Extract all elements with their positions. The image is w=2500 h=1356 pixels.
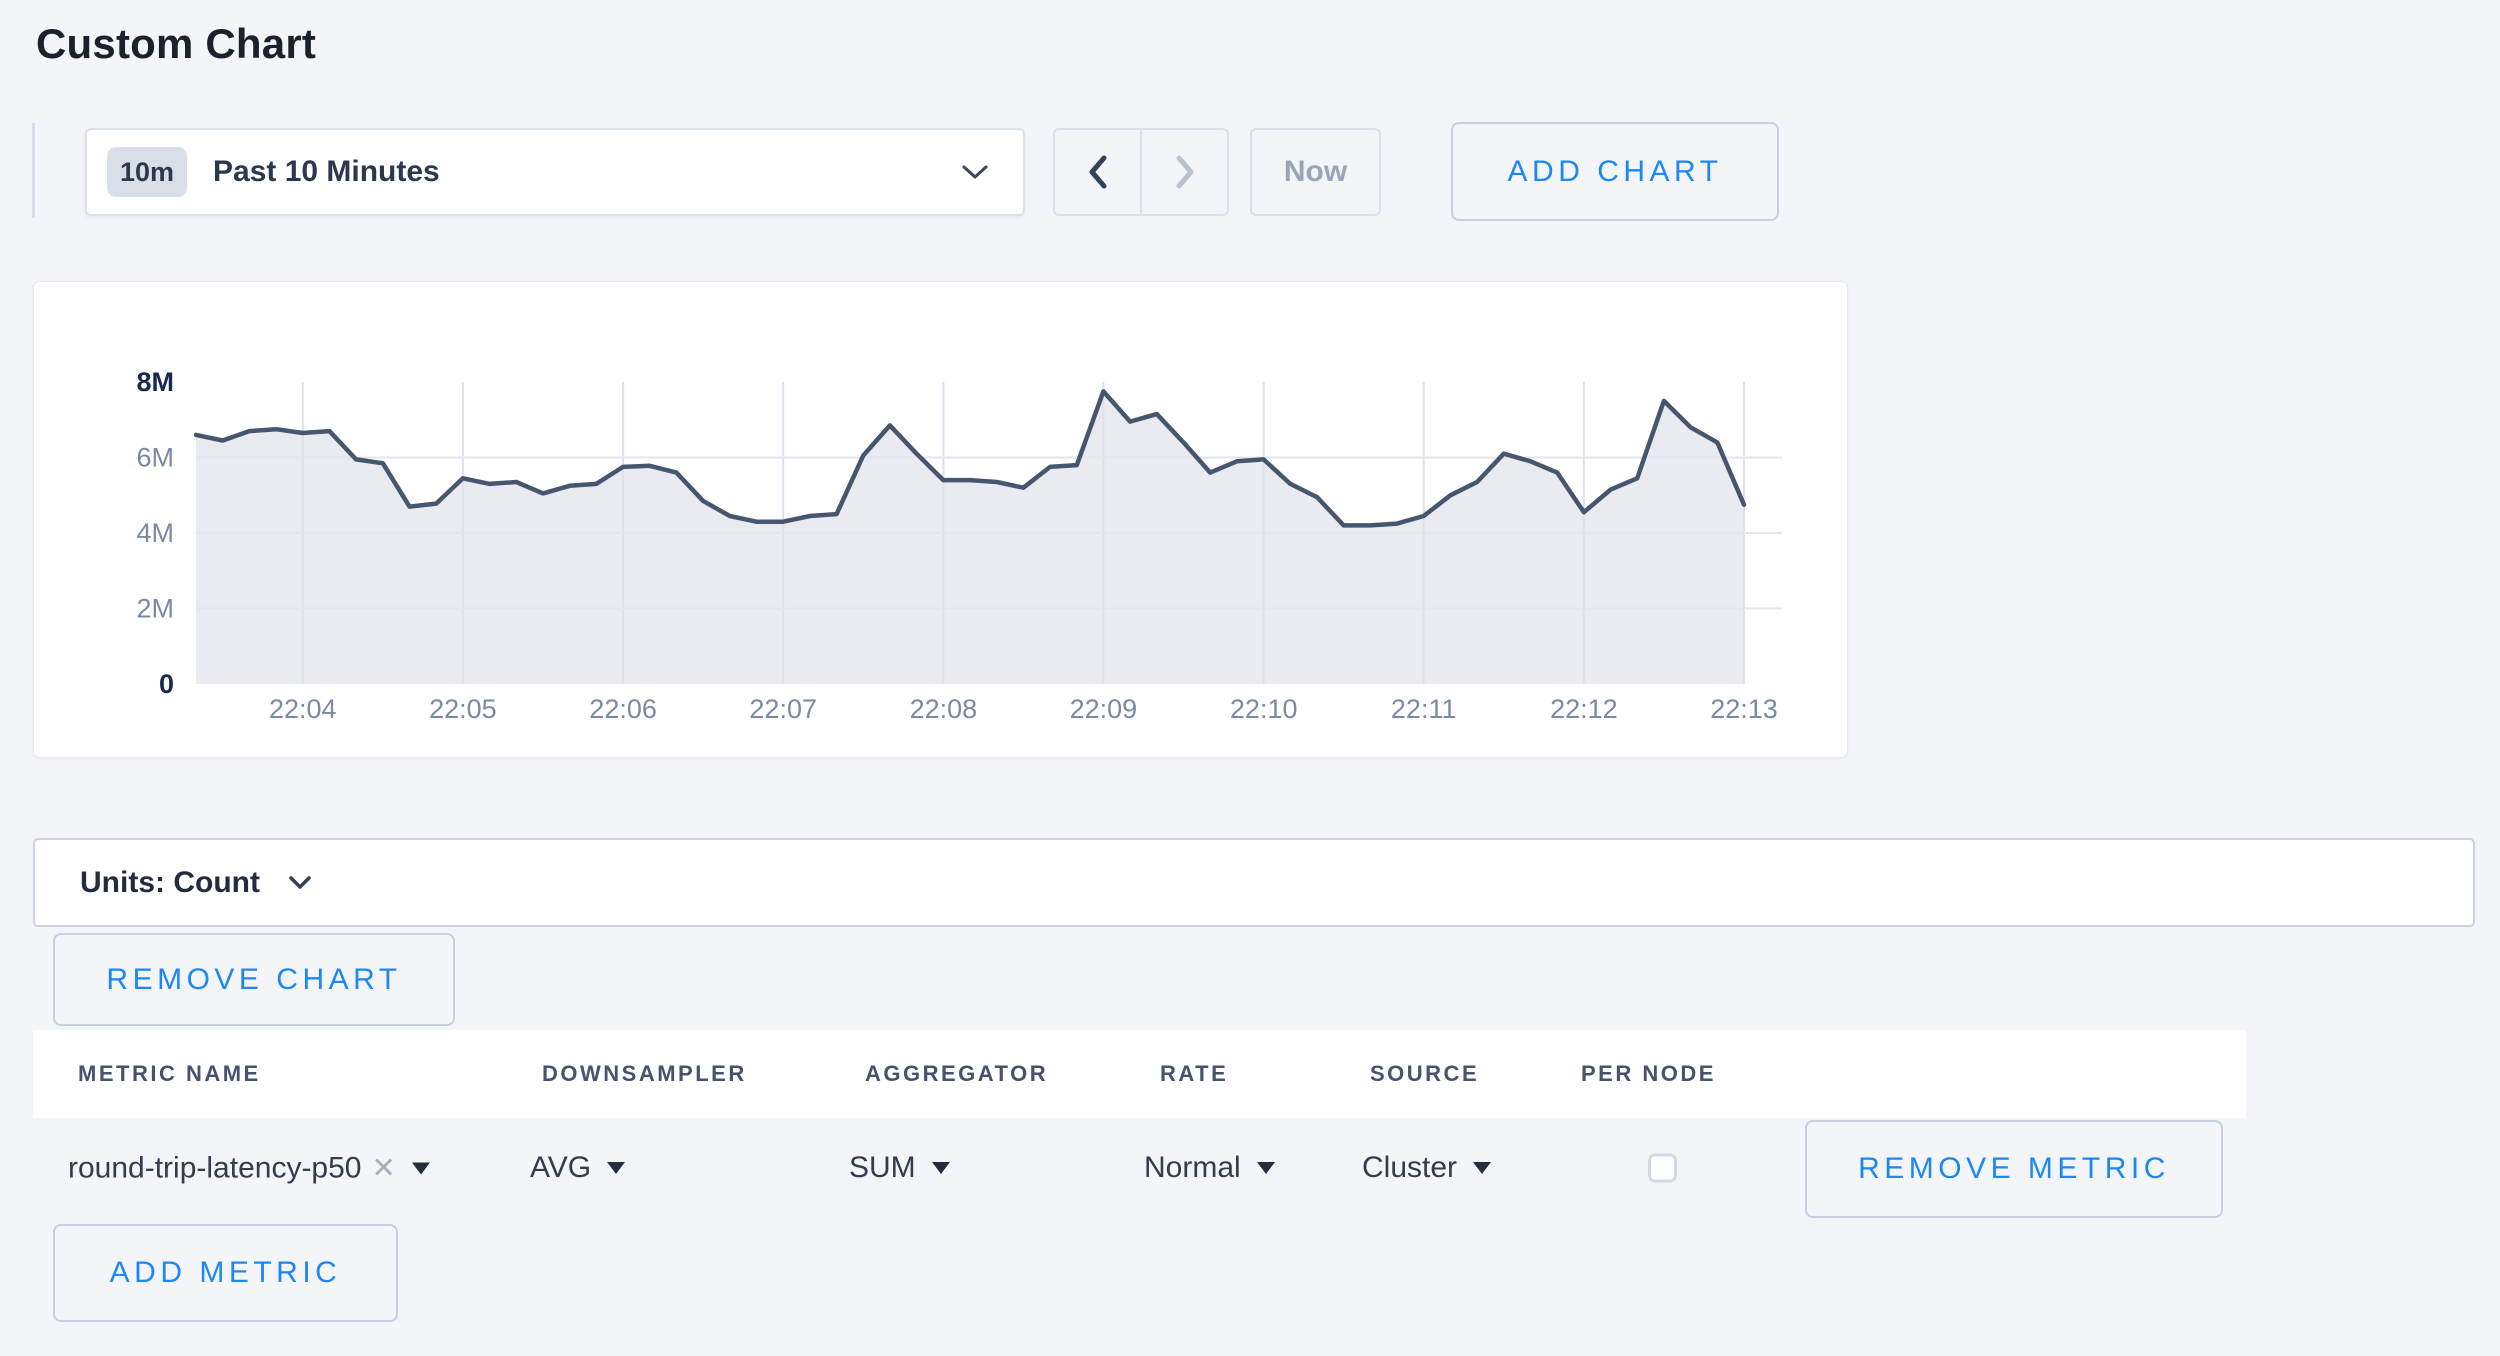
svg-text:0: 0 xyxy=(159,669,174,699)
chevron-right-icon xyxy=(1174,155,1196,189)
svg-text:22:11: 22:11 xyxy=(1391,694,1457,724)
svg-text:22:08: 22:08 xyxy=(910,694,978,724)
svg-text:22:07: 22:07 xyxy=(749,694,817,724)
time-range-badge: 10m xyxy=(107,147,187,197)
add-metric-button[interactable]: ADD METRIC xyxy=(53,1224,398,1322)
downsampler-dropdown[interactable]: AVG xyxy=(530,1151,625,1185)
time-nav-group xyxy=(1053,128,1229,216)
svg-text:2M: 2M xyxy=(136,594,174,624)
column-header-per-node: PER NODE xyxy=(1581,1061,1716,1087)
chevron-left-icon xyxy=(1087,155,1109,189)
time-range-select[interactable]: 10m Past 10 Minutes xyxy=(85,128,1025,216)
svg-text:8M: 8M xyxy=(136,367,174,397)
aggregator-value: SUM xyxy=(849,1151,916,1185)
metrics-table-header: METRIC NAME DOWNSAMPLER AGGREGATOR RATE … xyxy=(33,1030,2246,1118)
svg-text:6M: 6M xyxy=(136,443,174,473)
source-dropdown[interactable]: Cluster xyxy=(1362,1151,1491,1185)
downsampler-value: AVG xyxy=(530,1151,591,1185)
caret-down-icon xyxy=(1473,1162,1491,1174)
svg-text:22:04: 22:04 xyxy=(269,694,337,724)
svg-text:22:09: 22:09 xyxy=(1070,694,1138,724)
time-back-button[interactable] xyxy=(1055,130,1140,214)
svg-text:22:05: 22:05 xyxy=(429,694,497,724)
column-header-source: SOURCE xyxy=(1370,1061,1479,1087)
chevron-down-icon xyxy=(961,163,989,181)
remove-metric-button[interactable]: REMOVE METRIC xyxy=(1805,1120,2223,1218)
units-dropdown[interactable]: Units: Count xyxy=(33,838,2475,927)
now-button[interactable]: Now xyxy=(1250,128,1381,216)
chart-card: 8M 6M 4M 2M 0 22:04 22:05 22:06 22:07 22:08 22:09 2… xyxy=(33,281,1848,758)
caret-down-icon xyxy=(932,1162,950,1174)
rate-value: Normal xyxy=(1144,1151,1241,1185)
svg-text:22:12: 22:12 xyxy=(1550,694,1618,724)
source-value: Cluster xyxy=(1362,1151,1457,1185)
svg-text:22:06: 22:06 xyxy=(589,694,657,724)
caret-down-icon xyxy=(1257,1162,1275,1174)
add-chart-button[interactable]: ADD CHART xyxy=(1451,122,1779,221)
timeseries-area-chart[interactable]: 8M 6M 4M 2M 0 22:04 22:05 22:06 22:07 22:08 22:09 2… xyxy=(34,282,1849,759)
column-header-aggregator: AGGREGATOR xyxy=(865,1061,1048,1087)
toolbar-left-rule xyxy=(32,123,35,218)
caret-down-icon xyxy=(412,1162,430,1174)
rate-dropdown[interactable]: Normal xyxy=(1144,1151,1275,1185)
svg-text:22:10: 22:10 xyxy=(1230,694,1298,724)
svg-text:4M: 4M xyxy=(136,518,174,548)
chevron-down-icon xyxy=(288,875,312,890)
time-forward-button[interactable] xyxy=(1140,130,1227,214)
table-row: round-trip-latency-p50 ✕ AVG SUM Normal … xyxy=(33,1118,2475,1218)
column-header-rate: RATE xyxy=(1160,1061,1228,1087)
time-range-label: Past 10 Minutes xyxy=(213,155,440,189)
column-header-metric-name: METRIC NAME xyxy=(78,1061,261,1087)
caret-down-icon xyxy=(607,1162,625,1174)
per-node-checkbox[interactable] xyxy=(1648,1154,1677,1183)
remove-tag-icon[interactable]: ✕ xyxy=(371,1151,395,1186)
svg-text:22:13: 22:13 xyxy=(1710,694,1778,724)
page-title: Custom Chart xyxy=(36,20,316,68)
metric-name-dropdown[interactable]: round-trip-latency-p50 ✕ xyxy=(68,1151,430,1186)
metric-name-value: round-trip-latency-p50 xyxy=(68,1151,361,1185)
remove-chart-button[interactable]: REMOVE CHART xyxy=(53,933,455,1026)
aggregator-dropdown[interactable]: SUM xyxy=(849,1151,950,1185)
column-header-downsampler: DOWNSAMPLER xyxy=(542,1061,747,1087)
units-dropdown-label: Units: Count xyxy=(80,866,260,900)
